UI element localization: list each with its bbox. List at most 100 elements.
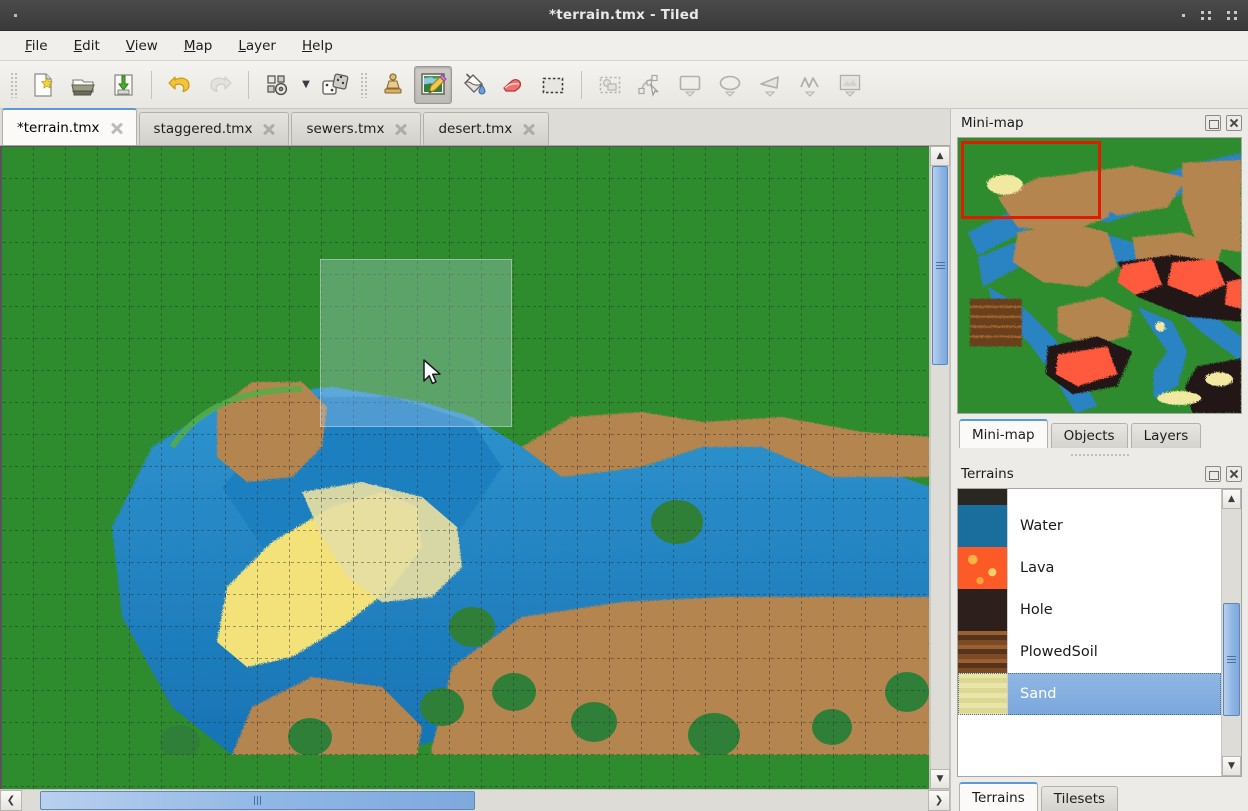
new-map-button[interactable] <box>24 66 62 104</box>
close-icon[interactable] <box>394 122 408 136</box>
terrain-label: Hole <box>1008 602 1053 618</box>
close-icon[interactable] <box>522 122 536 136</box>
terrain-swatch <box>958 673 1008 715</box>
tile-stamp-settings-button[interactable] <box>258 66 296 104</box>
document-tab-sewers[interactable]: sewers.tmx <box>291 112 421 145</box>
tab-label: Tilesets <box>1054 791 1105 807</box>
canvas-vertical-scrollbar[interactable]: ▲ ▼ <box>929 146 950 789</box>
eraser-button[interactable] <box>494 66 532 104</box>
undo-button[interactable] <box>161 66 199 104</box>
close-icon[interactable] <box>110 121 124 135</box>
vscroll-thumb[interactable] <box>932 166 948 365</box>
new-file-icon <box>29 71 57 99</box>
scroll-right-button[interactable]: ❯ <box>928 790 950 811</box>
canvas-row: ▲ ▼ <box>0 146 950 789</box>
minimap-title-label: Mini-map <box>961 115 1200 131</box>
random-mode-button[interactable] <box>316 66 354 104</box>
toolbar-separator-3 <box>581 71 582 99</box>
hscroll-thumb[interactable] <box>40 791 475 810</box>
tab-terrains[interactable]: Terrains <box>959 782 1038 811</box>
document-tab-label: desert.tmx <box>438 121 512 137</box>
float-icon[interactable] <box>1205 115 1221 131</box>
toolbar-separator-2 <box>248 71 249 99</box>
scroll-up-button[interactable]: ▲ <box>1222 489 1241 509</box>
scroll-left-button[interactable]: ❮ <box>0 790 22 811</box>
toolbar-grip[interactable] <box>10 72 18 98</box>
toolbar-grip-2[interactable] <box>360 72 368 98</box>
bottom-tabbar: Terrains Tilesets <box>951 781 1248 811</box>
menu-help[interactable]: Help <box>289 34 346 58</box>
vscroll-track[interactable] <box>930 166 950 769</box>
scroll-down-button[interactable]: ▼ <box>1222 756 1241 776</box>
terrain-brush-icon <box>419 71 447 99</box>
tab-minimap[interactable]: Mini-map <box>959 419 1048 448</box>
list-item-lava[interactable]: Lava <box>958 547 1221 589</box>
tile-stamp-dropdown-arrow[interactable]: ▼ <box>298 66 314 104</box>
list-item-sand[interactable]: Sand <box>958 673 1221 715</box>
menu-file[interactable]: File <box>12 34 61 58</box>
eraser-icon <box>499 71 527 99</box>
hscroll-track[interactable] <box>22 790 928 811</box>
select-object-icon <box>596 71 624 99</box>
minimap-viewport-rect[interactable] <box>961 141 1101 219</box>
menu-view-rest: iew <box>135 38 158 54</box>
menu-view[interactable]: View <box>113 34 171 58</box>
list-item-hole[interactable]: Hole <box>958 589 1221 631</box>
close-icon[interactable] <box>1226 115 1242 131</box>
tab-layers[interactable]: Layers <box>1131 423 1202 448</box>
dock-splitter-handle[interactable] <box>1070 450 1130 460</box>
rectangular-select-button[interactable] <box>534 66 572 104</box>
terrain-label: Lava <box>1008 560 1054 576</box>
tab-label: Terrains <box>972 790 1025 806</box>
document-tab-terrain[interactable]: *terrain.tmx <box>2 108 137 145</box>
save-disk-icon <box>109 71 137 99</box>
redo-arrow-icon <box>206 71 234 99</box>
close-icon[interactable] <box>262 122 276 136</box>
terrain-swatch <box>958 547 1008 589</box>
stamp-brush-button[interactable] <box>374 66 412 104</box>
terrains-list[interactable]: Water Lava Hole PlowedSoil Sand <box>958 489 1221 776</box>
grip-icon <box>1227 656 1236 663</box>
editor-pane: *terrain.tmx staggered.tmx sewers.tmx de… <box>0 109 950 811</box>
menu-map[interactable]: Map <box>171 34 226 58</box>
minimize-button[interactable] <box>1182 14 1186 17</box>
scroll-up-button[interactable]: ▲ <box>930 146 950 166</box>
close-button[interactable] <box>1227 11 1238 20</box>
minimap-dock-title: Mini-map <box>951 109 1248 137</box>
grip-icon <box>254 796 261 805</box>
insert-ellipse-button <box>711 66 749 104</box>
tab-label: Layers <box>1144 428 1189 444</box>
tab-tilesets[interactable]: Tilesets <box>1041 786 1118 811</box>
insert-polygon-icon <box>756 71 784 99</box>
canvas-horizontal-scrollbar[interactable]: ❮ ❯ <box>0 789 950 811</box>
terrain-brush-button[interactable] <box>414 66 452 104</box>
list-item-water[interactable]: Water <box>958 505 1221 547</box>
terrains-scroll-track[interactable] <box>1222 509 1241 756</box>
toolbar-separator-1 <box>151 71 152 99</box>
terrain-label: Water <box>1008 518 1063 534</box>
terrains-vertical-scrollbar[interactable]: ▲ ▼ <box>1221 489 1241 776</box>
scroll-down-button[interactable]: ▼ <box>930 769 950 789</box>
close-icon[interactable] <box>1226 466 1242 482</box>
list-item[interactable] <box>958 489 1221 505</box>
menu-layer[interactable]: Layer <box>225 34 289 58</box>
open-file-button[interactable] <box>64 66 102 104</box>
save-file-button[interactable] <box>104 66 142 104</box>
maximize-button[interactable] <box>1201 11 1212 20</box>
terrains-scroll-thumb[interactable] <box>1223 603 1240 717</box>
minimap-view[interactable] <box>957 137 1242 414</box>
document-tab-staggered[interactable]: staggered.tmx <box>139 112 290 145</box>
menu-edit[interactable]: Edit <box>61 34 113 58</box>
list-item-plowedsoil[interactable]: PlowedSoil <box>958 631 1221 673</box>
terrain-label: PlowedSoil <box>1008 644 1098 660</box>
map-canvas[interactable] <box>0 146 929 789</box>
tab-label: Objects <box>1064 428 1115 444</box>
document-tab-label: staggered.tmx <box>154 121 253 137</box>
menu-edit-rest: dit <box>82 38 100 54</box>
terrain-swatch <box>958 589 1008 631</box>
bucket-fill-button[interactable] <box>454 66 492 104</box>
document-tab-desert[interactable]: desert.tmx <box>423 112 549 145</box>
tab-objects[interactable]: Objects <box>1051 423 1128 448</box>
float-icon[interactable] <box>1205 466 1221 482</box>
document-tabbar: *terrain.tmx staggered.tmx sewers.tmx de… <box>0 109 950 146</box>
